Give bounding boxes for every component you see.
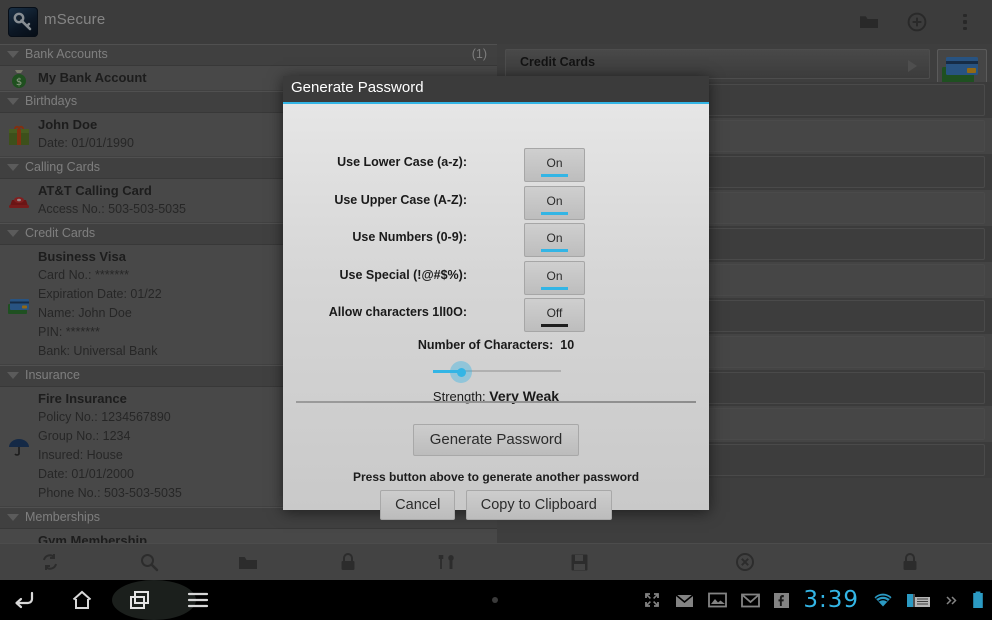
toggle-indicator xyxy=(541,324,568,327)
toggle-indicator xyxy=(541,174,568,177)
toggle-value: On xyxy=(546,156,563,170)
option-label: Use Lower Case (a-z): xyxy=(337,155,467,169)
menu-icon[interactable] xyxy=(182,584,214,616)
status-clock: 3:39 xyxy=(803,587,859,613)
dialog-body: Use Lower Case (a-z): On Use Upper Case … xyxy=(283,104,709,520)
length-row: Number of Characters: 10 xyxy=(283,334,709,358)
generate-hint: Press button above to generate another p… xyxy=(352,470,640,484)
toggle-indicator xyxy=(541,249,568,252)
option-row-ambiguous: Allow characters 1lI0O: Off xyxy=(283,296,709,334)
length-slider[interactable] xyxy=(283,358,709,384)
option-label: Use Special (!@#$%): xyxy=(339,267,467,282)
length-label-text: Number of Characters: xyxy=(417,337,554,352)
home-icon[interactable] xyxy=(66,584,98,616)
dialog-buttons: Cancel Copy to Clipboard xyxy=(283,490,709,520)
wifi-icon[interactable] xyxy=(873,593,893,608)
slider-thumb[interactable] xyxy=(457,367,466,377)
gmail-icon[interactable] xyxy=(741,593,761,608)
toggle-special[interactable]: On xyxy=(524,260,585,295)
length-label: Number of Characters: 10 xyxy=(283,338,709,352)
toggle-numbers[interactable]: On xyxy=(524,223,585,257)
more-chevron-icon[interactable] xyxy=(945,594,958,607)
divider xyxy=(296,401,696,403)
toggle-value: On xyxy=(546,268,563,283)
toggle-value: On xyxy=(546,231,563,245)
option-row-numbers: Use Numbers (0-9): On xyxy=(283,221,709,259)
toggle-indicator xyxy=(541,211,568,215)
cancel-button[interactable]: Cancel xyxy=(380,490,456,520)
option-row-special: Use Special (!@#$%): On xyxy=(283,259,709,297)
system-navigation-bar: 3:39 xyxy=(0,580,992,620)
notification-dot xyxy=(492,597,498,603)
gallery-icon[interactable] xyxy=(708,592,728,608)
toggle-indicator xyxy=(541,286,568,290)
toggle-ambiguous-characters[interactable]: Off xyxy=(524,298,585,332)
strength-row: Strength: Very Weak xyxy=(283,384,709,412)
generate-password-dialog: Generate Password Use Lower Case (a-z): … xyxy=(283,76,709,520)
dialog-title: Generate Password xyxy=(291,79,424,96)
copy-to-clipboard-button[interactable]: Copy to Clipboard xyxy=(465,490,612,520)
dialog-titlebar: Generate Password xyxy=(283,76,709,104)
option-row-upper-case: Use Upper Case (A-Z): On xyxy=(283,184,709,222)
recents-icon[interactable] xyxy=(124,584,156,616)
back-icon[interactable] xyxy=(8,584,40,616)
generate-password-button[interactable]: Generate Password xyxy=(412,424,580,456)
option-label: Use Upper Case (A-Z): xyxy=(334,192,467,207)
facebook-icon[interactable] xyxy=(774,592,790,608)
option-row-lower-case: Use Lower Case (a-z): On xyxy=(283,146,709,184)
toggle-upper-case[interactable]: On xyxy=(524,185,585,220)
option-label: Allow characters 1lI0O: xyxy=(328,305,467,319)
option-label: Use Numbers (0-9): xyxy=(352,230,467,244)
keyboard-icon[interactable] xyxy=(907,593,931,608)
toggle-value: Off xyxy=(546,306,563,320)
mail-icon[interactable] xyxy=(675,593,694,608)
generate-wrap: Generate Password xyxy=(283,424,709,456)
toggle-value: On xyxy=(546,193,563,208)
screen-root: mSecure Bank Accounts (1) $ My Bank Acco… xyxy=(0,0,992,620)
length-value: 10 xyxy=(560,337,575,352)
toggle-lower-case[interactable]: On xyxy=(524,148,585,182)
fullscreen-icon[interactable] xyxy=(643,591,661,609)
battery-icon[interactable] xyxy=(972,591,984,609)
status-bar: 3:39 xyxy=(643,580,984,620)
